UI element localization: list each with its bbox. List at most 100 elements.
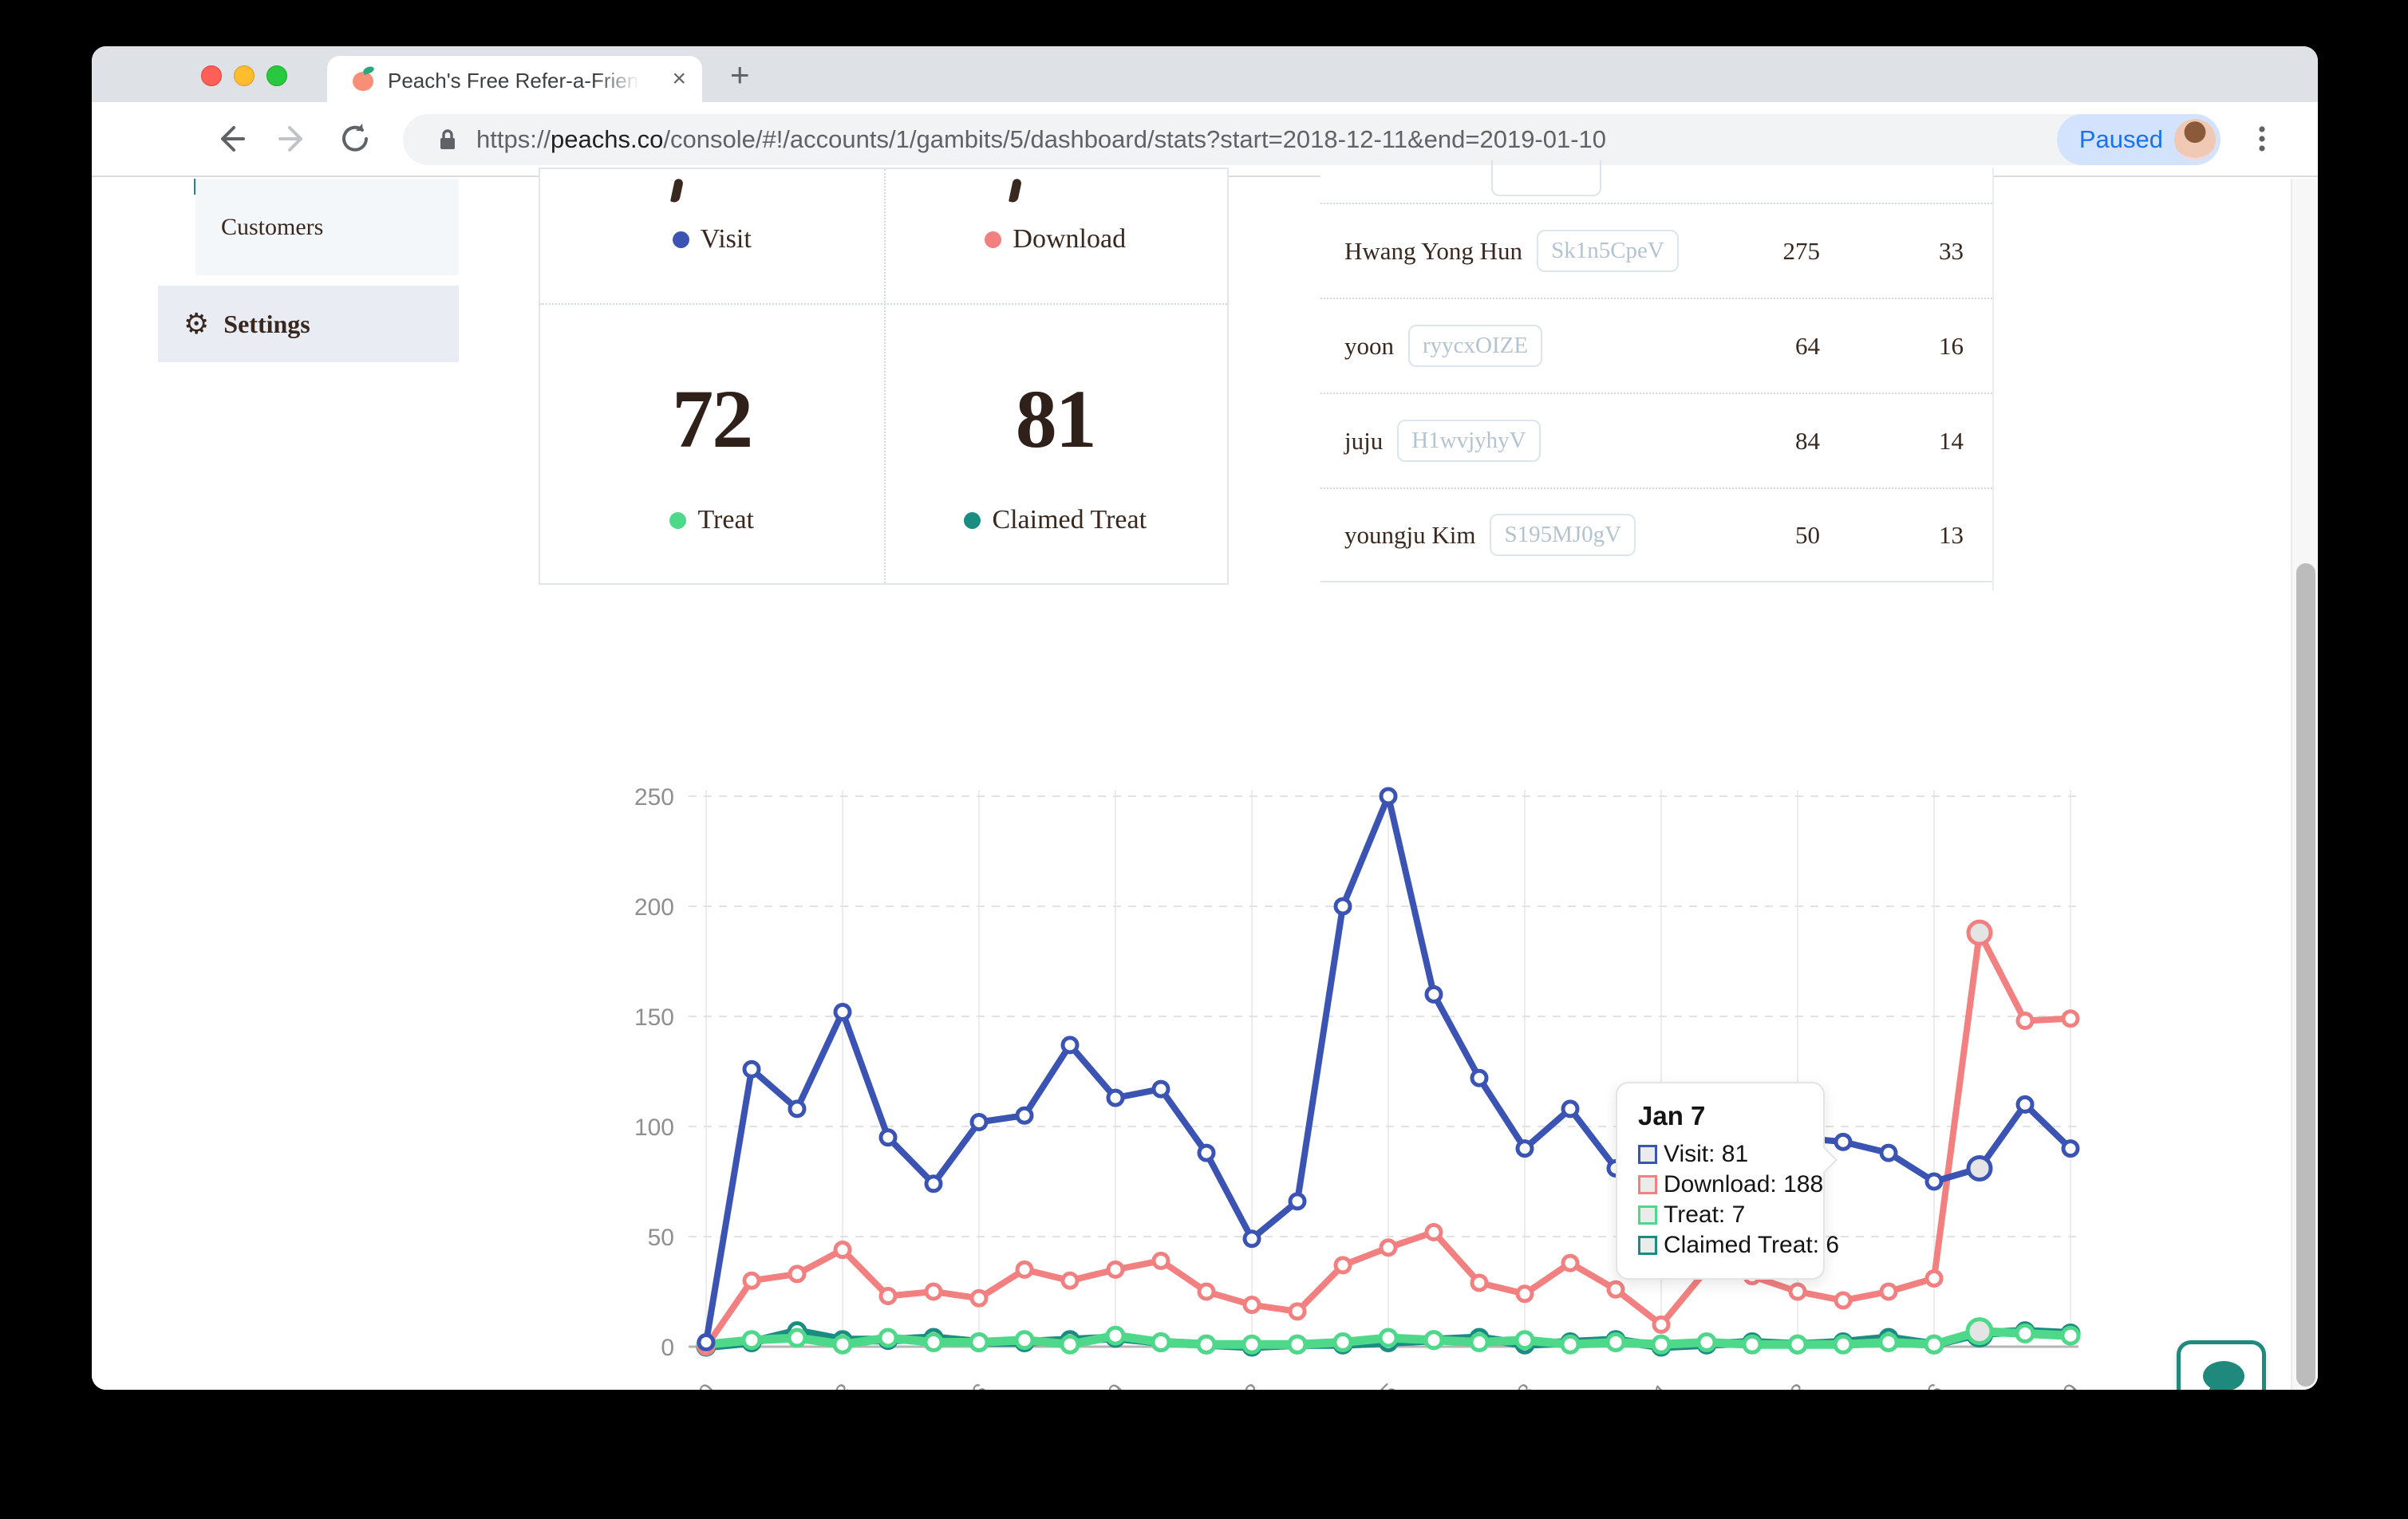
data-point[interactable] bbox=[1335, 1334, 1351, 1350]
data-point[interactable] bbox=[1245, 1298, 1259, 1312]
data-point[interactable] bbox=[1744, 1336, 1760, 1352]
data-point[interactable] bbox=[880, 1330, 896, 1346]
data-point[interactable] bbox=[1063, 1038, 1077, 1052]
data-point[interactable] bbox=[1968, 1320, 1992, 1343]
data-point[interactable] bbox=[1881, 1284, 1896, 1299]
data-point[interactable] bbox=[1199, 1284, 1214, 1299]
scrollbar-thumb[interactable] bbox=[2296, 563, 2315, 1387]
data-point[interactable] bbox=[1336, 1258, 1350, 1272]
data-point[interactable] bbox=[2063, 1012, 2078, 1026]
data-point[interactable] bbox=[1518, 1142, 1532, 1156]
reload-icon[interactable] bbox=[336, 120, 374, 158]
data-point[interactable] bbox=[789, 1330, 805, 1346]
data-point[interactable] bbox=[1199, 1146, 1214, 1160]
data-point[interactable] bbox=[1927, 1271, 1941, 1285]
data-point[interactable] bbox=[1426, 1332, 1442, 1348]
stats-chart[interactable]: 050100150200250Dec 10Dec 13Dec 16Dec 19D… bbox=[495, 748, 2090, 1390]
data-point[interactable] bbox=[2018, 1014, 2032, 1028]
referrer-row[interactable]: Hwang Yong HunSk1n5CpeV27533 bbox=[1320, 203, 1992, 298]
data-point[interactable] bbox=[1609, 1282, 1623, 1296]
data-point[interactable] bbox=[1790, 1336, 1806, 1352]
data-point[interactable] bbox=[1062, 1336, 1078, 1352]
data-point[interactable] bbox=[1926, 1336, 1942, 1352]
referrer-row[interactable]: yoonryycxOIZE6416 bbox=[1320, 298, 1992, 393]
data-point[interactable] bbox=[1017, 1108, 1032, 1122]
data-point[interactable] bbox=[1427, 1225, 1441, 1239]
data-point[interactable] bbox=[926, 1334, 941, 1350]
browser-tab[interactable]: Peach's Free Refer-a-Friend S × bbox=[327, 56, 702, 102]
data-point[interactable] bbox=[1471, 1334, 1487, 1350]
data-point[interactable] bbox=[972, 1115, 986, 1129]
data-point[interactable] bbox=[1381, 1241, 1395, 1255]
browser-menu-icon[interactable] bbox=[2243, 120, 2281, 158]
data-point[interactable] bbox=[790, 1102, 804, 1116]
tab-close-icon[interactable]: × bbox=[672, 66, 686, 92]
data-point[interactable] bbox=[1336, 899, 1350, 913]
data-point[interactable] bbox=[1968, 1157, 1991, 1179]
data-point[interactable] bbox=[1881, 1146, 1896, 1160]
data-point[interactable] bbox=[1244, 1336, 1260, 1352]
data-point[interactable] bbox=[790, 1267, 804, 1281]
data-point[interactable] bbox=[835, 1004, 850, 1019]
data-point[interactable] bbox=[1518, 1287, 1532, 1301]
scrollbar-track[interactable] bbox=[2291, 179, 2318, 1390]
data-point[interactable] bbox=[1108, 1091, 1123, 1105]
data-point[interactable] bbox=[926, 1284, 941, 1299]
data-point[interactable] bbox=[1608, 1334, 1624, 1350]
data-point[interactable] bbox=[1016, 1332, 1032, 1348]
data-point[interactable] bbox=[744, 1062, 759, 1076]
data-point[interactable] bbox=[1063, 1273, 1077, 1288]
data-point[interactable] bbox=[1017, 1262, 1032, 1276]
line-chart[interactable]: 050100150200250Dec 10Dec 13Dec 16Dec 19D… bbox=[495, 748, 2090, 1390]
data-point[interactable] bbox=[1108, 1262, 1123, 1276]
data-point[interactable] bbox=[1654, 1317, 1668, 1332]
minimize-window-button[interactable] bbox=[234, 65, 255, 86]
data-point[interactable] bbox=[1563, 1102, 1577, 1116]
data-point[interactable] bbox=[744, 1273, 759, 1288]
data-point[interactable] bbox=[1154, 1253, 1168, 1268]
data-point[interactable] bbox=[1380, 1330, 1396, 1346]
data-point[interactable] bbox=[2063, 1328, 2078, 1343]
paused-badge[interactable]: Paused bbox=[2057, 114, 2220, 165]
sidebar-item-customers[interactable]: Customers bbox=[195, 179, 459, 275]
data-point[interactable] bbox=[1699, 1334, 1715, 1350]
data-point[interactable] bbox=[1381, 789, 1395, 803]
referrer-row[interactable]: youngju KimS195MJ0gV5013 bbox=[1320, 487, 1992, 582]
data-point[interactable] bbox=[2018, 1097, 2032, 1111]
data-point[interactable] bbox=[1472, 1276, 1486, 1290]
data-point[interactable] bbox=[926, 1177, 941, 1191]
data-point[interactable] bbox=[1790, 1284, 1805, 1299]
close-window-button[interactable] bbox=[201, 65, 222, 86]
chat-launcher-button[interactable] bbox=[2177, 1340, 2266, 1390]
data-point[interactable] bbox=[1107, 1328, 1123, 1343]
new-tab-button[interactable]: + bbox=[730, 57, 750, 93]
data-point[interactable] bbox=[835, 1336, 851, 1352]
data-point[interactable] bbox=[1881, 1334, 1897, 1350]
referrer-row[interactable]: jujuH1wvjyhyV8414 bbox=[1320, 393, 1992, 487]
data-point[interactable] bbox=[1968, 921, 1991, 944]
data-point[interactable] bbox=[2017, 1325, 2033, 1341]
data-point[interactable] bbox=[971, 1334, 987, 1350]
back-icon[interactable] bbox=[211, 120, 250, 158]
data-point[interactable] bbox=[1290, 1304, 1305, 1319]
data-point[interactable] bbox=[1563, 1256, 1577, 1270]
data-point[interactable] bbox=[1154, 1082, 1168, 1096]
data-point[interactable] bbox=[1289, 1336, 1305, 1352]
zoom-window-button[interactable] bbox=[266, 65, 287, 86]
data-point[interactable] bbox=[1153, 1334, 1169, 1350]
data-point[interactable] bbox=[1290, 1194, 1305, 1209]
sidebar-item-settings[interactable]: ⚙ Settings bbox=[158, 286, 459, 362]
data-point[interactable] bbox=[881, 1289, 895, 1304]
data-point[interactable] bbox=[881, 1130, 895, 1145]
data-point[interactable] bbox=[1562, 1336, 1578, 1352]
data-point[interactable] bbox=[1517, 1332, 1533, 1348]
data-point[interactable] bbox=[1836, 1293, 1850, 1308]
data-point[interactable] bbox=[2063, 1142, 2078, 1156]
data-point[interactable] bbox=[1198, 1336, 1214, 1352]
data-point[interactable] bbox=[1427, 987, 1441, 1001]
data-point[interactable] bbox=[1927, 1174, 1941, 1189]
data-point[interactable] bbox=[1472, 1071, 1486, 1085]
data-point[interactable] bbox=[835, 1243, 850, 1257]
data-point[interactable] bbox=[972, 1291, 986, 1305]
data-point[interactable] bbox=[1836, 1134, 1850, 1149]
